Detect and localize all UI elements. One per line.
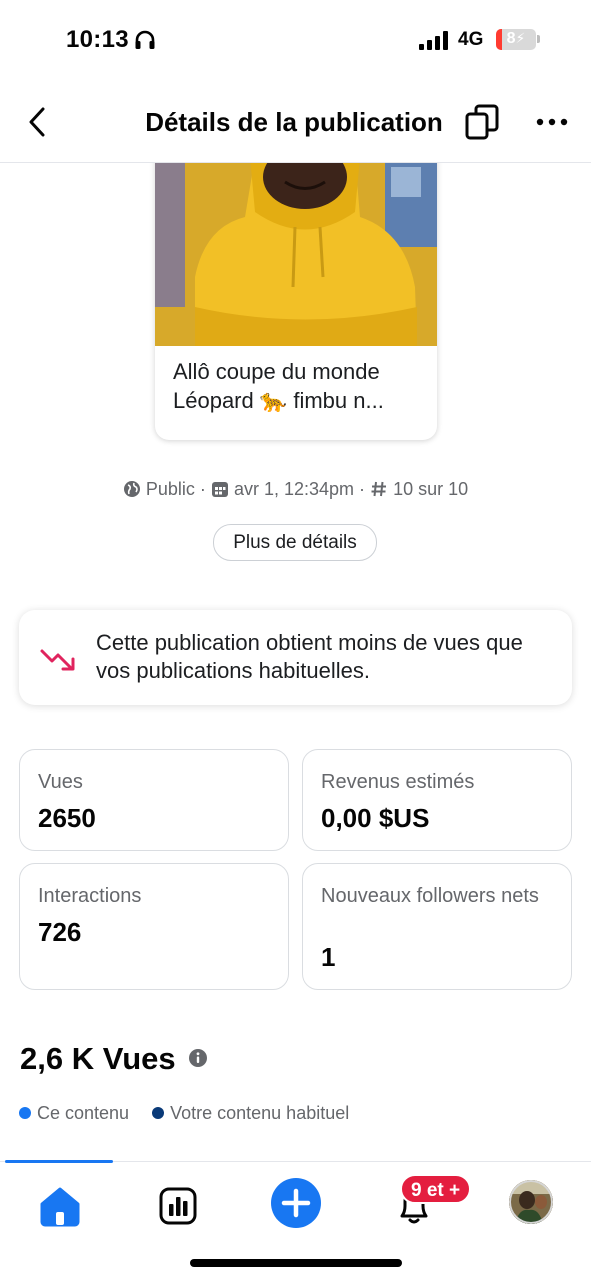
stat-card-new-followers[interactable]: Nouveaux followers nets 1 [302,863,572,990]
post-visibility: Public [145,479,195,499]
headphones-icon [135,30,155,49]
insight-text: Cette publication obtient moins de vues … [96,630,523,683]
trend-down-icon [40,649,75,671]
stat-value: 2650 [38,803,96,833]
page-title-text: Détails de la publication [145,107,443,137]
legend-label: Ce contenu [37,1103,130,1123]
views-legend: Ce contenu Votre contenu habituel [19,1103,367,1124]
stat-value: 0,00 $US [321,803,430,833]
stat-card-earnings[interactable]: Revenus estimés 0,00 $US [302,749,572,851]
post-meta: Public · avr 1, 12:34pm · 10 sur 10 [0,479,591,500]
stat-value: 726 [38,917,82,947]
stat-value: 1 [321,942,336,972]
battery-icon: 8⚡ [496,29,536,50]
post-details-content: Allô coupe du monde Léopard 🐆 fimbu n...… [0,163,591,1161]
meta-separator: · [199,479,206,499]
hashtag-icon [371,481,387,497]
status-bar: 10:13 4G 8⚡ [0,0,591,80]
cellular-signal-icon [419,30,449,50]
post-rank: 10 sur 10 [393,479,469,499]
battery-level: 8 [506,30,516,47]
post-date: avr 1, 12:34pm [233,479,355,499]
legend-item-this-content: Ce contenu [19,1103,129,1124]
profile-avatar[interactable] [509,1180,553,1224]
more-options-icon[interactable] [534,110,570,134]
top-app-bar: Détails de la publication [0,80,591,163]
home-indicator [190,1259,402,1267]
post-thumbnail [155,163,437,346]
more-details-button[interactable]: Plus de détails [213,524,377,561]
globe-icon [123,481,140,497]
active-tab-indicator [5,1160,113,1163]
legend-dot-icon [152,1107,165,1119]
create-post-icon[interactable] [268,1175,324,1231]
status-time: 10:13 [66,26,129,53]
copy-icon[interactable] [462,102,502,142]
stat-label: Nouveaux followers nets [321,885,539,907]
network-type: 4G [458,29,484,50]
bottom-navigation: 9 et + [0,1160,591,1280]
notifications-badge: 9 et + [400,1174,472,1204]
views-section-title: 2,6 K Vues [20,1041,176,1076]
stat-card-interactions[interactable]: Interactions 726 [19,863,289,990]
stat-label: Interactions [38,885,142,907]
stat-card-views[interactable]: Vues 2650 [19,749,289,851]
post-caption: Allô coupe du monde Léopard 🐆 fimbu n... [173,359,384,413]
page-title: Détails de la publication [0,107,591,138]
meta-separator-2: · [359,479,366,499]
home-icon[interactable] [32,1178,88,1234]
legend-item-usual-content: Votre contenu habituel [152,1103,349,1124]
calendar-icon [211,482,228,497]
legend-dot-icon [19,1107,31,1119]
info-icon[interactable] [188,1048,208,1068]
legend-label: Votre contenu habituel [170,1103,350,1123]
insights-icon[interactable] [150,1178,206,1234]
battery-cap [537,35,540,43]
stat-label: Revenus estimés [321,771,475,793]
stat-label: Vues [38,771,83,793]
performance-insight-card: Cette publication obtient moins de vues … [19,610,572,705]
post-preview-card[interactable]: Allô coupe du monde Léopard 🐆 fimbu n... [155,163,437,440]
